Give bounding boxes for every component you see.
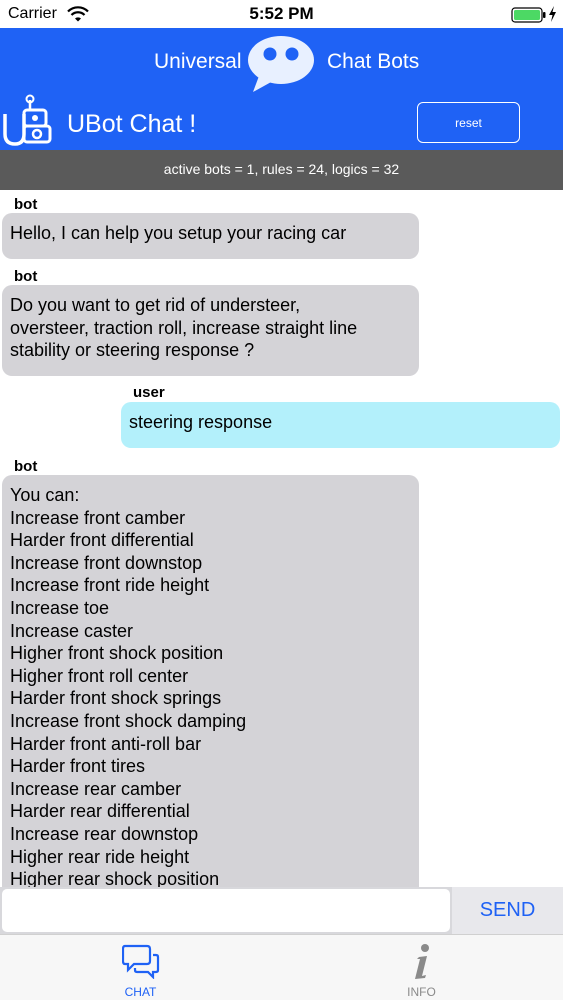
tab-chat-label: CHAT (124, 985, 157, 999)
tab-info-label: INFO (407, 985, 436, 999)
bot-message-bubble: Do you want to get rid of understeer, ov… (2, 285, 419, 376)
bot-message-bubble: You can: Increase front camber Harder fr… (2, 475, 419, 887)
app-title: UBot Chat ! (67, 110, 197, 138)
status-bar: Carrier 5:52 PM (0, 0, 563, 28)
app-header: Universal Chat Bots UBot Chat ! reset (0, 28, 563, 150)
chat-message-list[interactable]: bot Hello, I can help you setup your rac… (0, 190, 563, 887)
send-button[interactable]: SEND (452, 887, 563, 934)
chat-bubbles-icon (121, 943, 160, 984)
message-sender-label: bot (14, 196, 38, 213)
stats-bar: active bots = 1, rules = 24, logics = 32 (0, 150, 563, 190)
status-time: 5:52 PM (249, 4, 314, 23)
user-message-bubble: steering response (121, 402, 560, 448)
tab-bar: CHAT INFO (0, 934, 563, 1000)
battery-icon (511, 7, 547, 28)
tab-info[interactable]: INFO (281, 935, 562, 1000)
message-sender-label: bot (14, 458, 38, 475)
message-input[interactable] (2, 889, 450, 932)
brand-text-right: Chat Bots (327, 50, 420, 73)
charging-bolt-icon (548, 6, 557, 27)
info-icon (410, 943, 434, 986)
message-sender-label: user (133, 384, 165, 401)
message-sender-label: bot (14, 268, 38, 285)
robot-logo-icon (2, 94, 54, 153)
bot-message-bubble: Hello, I can help you setup your racing … (2, 213, 419, 259)
message-input-bar: SEND (0, 887, 563, 934)
reset-button[interactable]: reset (417, 102, 520, 143)
brand-text-left: Universal (154, 50, 242, 73)
speech-bubble-logo-icon (243, 34, 319, 101)
tab-chat[interactable]: CHAT (0, 935, 281, 1000)
